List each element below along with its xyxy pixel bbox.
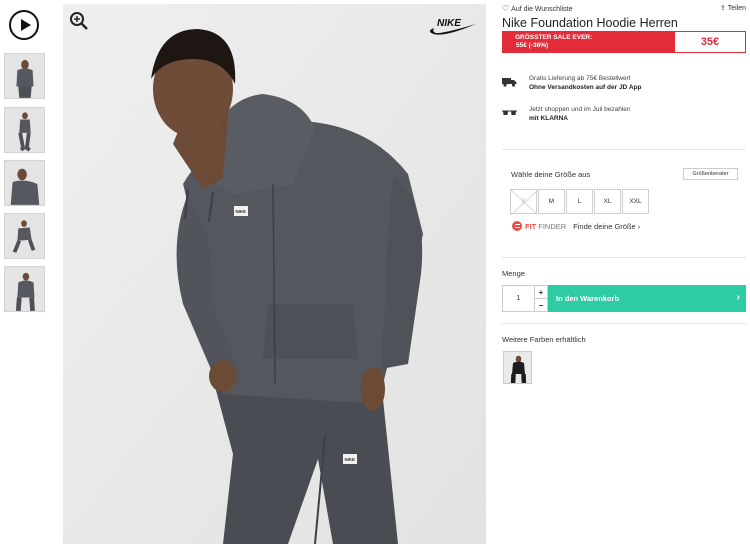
size-option-label: S — [521, 198, 526, 205]
product-thumbnail-1[interactable] — [4, 53, 45, 99]
product-thumbnail-4[interactable] — [4, 213, 45, 259]
product-photo — [63, 4, 486, 544]
garment-chest-badge: NIKE — [234, 206, 248, 216]
divider — [502, 257, 746, 258]
quantity-decrease-button[interactable]: − — [534, 298, 548, 312]
fit-finder-brand-finder: FINDER — [538, 221, 567, 231]
delivery-info: Gratis Lieferung ab 75€ Bestellwert Ohne… — [502, 74, 641, 92]
size-option-xxl[interactable]: XXL — [622, 189, 649, 214]
divider — [502, 149, 746, 150]
size-option-label: M — [548, 198, 555, 205]
fit-finder-brand-fit: FIT — [525, 221, 537, 231]
delivery-truck-icon — [502, 78, 517, 87]
quantity-label: Menge — [502, 269, 525, 278]
size-guide-button[interactable]: Größenberater — [683, 168, 738, 180]
share-label: Teilen — [727, 5, 746, 12]
delivery-info-line2: Ohne Versandkosten auf der JD App — [529, 84, 642, 91]
divider — [502, 323, 746, 324]
garment-pants-badge-text: NIKE — [345, 457, 356, 462]
main-product-image[interactable]: NIKE NIKE NIKE — [63, 4, 486, 544]
heart-icon: ♡ — [502, 4, 510, 13]
glasses-icon — [502, 110, 517, 115]
quantity-increase-button[interactable]: + — [534, 285, 548, 299]
size-option-label: XL — [603, 198, 612, 205]
size-option-m[interactable]: M — [538, 189, 565, 214]
current-price: 35€ — [700, 36, 720, 48]
add-to-cart-label: In den Warenkorb — [556, 294, 620, 303]
brand-logo-text: NIKE — [437, 18, 461, 29]
chevron-right-icon: › — [736, 292, 740, 303]
garment-chest-badge-text: NIKE — [236, 209, 247, 214]
color-variant-image — [504, 352, 531, 383]
size-option-xl[interactable]: XL — [594, 189, 621, 214]
wishlist-link[interactable]: ♡ Auf die Wunschliste — [502, 4, 573, 13]
color-variant-black[interactable] — [503, 351, 532, 384]
sale-banner: GRÖSSTER SALE EVER: 55€ (-36%) — [503, 32, 675, 52]
size-option-l[interactable]: L — [566, 189, 593, 214]
product-thumbnail-3[interactable] — [4, 160, 45, 206]
klarna-info-line1: Jetzt shoppen und im Juli bezahlen — [529, 106, 631, 113]
quantity-input[interactable]: 1 — [502, 285, 535, 312]
product-thumbnail-2[interactable] — [4, 107, 45, 153]
size-option-label: XXL — [629, 198, 642, 205]
fit-finder-icon — [512, 221, 522, 231]
zoom-in-icon[interactable] — [69, 11, 89, 31]
play-video-button[interactable] — [9, 10, 39, 40]
klarna-info: Jetzt shoppen und im Juli bezahlen mit K… — [502, 105, 631, 123]
sale-headline: GRÖSSTER SALE EVER: — [515, 34, 593, 41]
more-colors-label: Weitere Farben erhältlich — [502, 335, 586, 344]
find-your-size-link[interactable]: Finde deine Größe › — [573, 222, 640, 231]
size-option-s[interactable]: S — [510, 189, 538, 215]
add-to-cart-button[interactable]: In den Warenkorb › — [548, 285, 746, 312]
fit-finder[interactable]: FIT FINDER Finde deine Größe › — [512, 221, 640, 231]
size-option-label: L — [577, 198, 582, 205]
nike-logo: NIKE — [429, 18, 476, 35]
size-select-label: Wähle deine Größe aus — [511, 170, 591, 179]
product-title: Nike Foundation Hoodie Herren — [502, 16, 678, 30]
original-price-discount: 55€ (-36%) — [516, 42, 549, 49]
product-thumbnail-5[interactable] — [4, 266, 45, 312]
share-link[interactable]: ⇪ Teilen — [720, 4, 746, 12]
price-box: GRÖSSTER SALE EVER: 55€ (-36%) 35€ — [502, 31, 746, 53]
share-icon: ⇪ — [720, 5, 726, 12]
delivery-info-line1: Gratis Lieferung ab 75€ Bestellwert — [529, 75, 631, 82]
wishlist-label: Auf die Wunschliste — [511, 6, 573, 13]
garment-pants-badge: NIKE — [343, 454, 357, 464]
klarna-info-line2: mit KLARNA — [529, 115, 568, 122]
